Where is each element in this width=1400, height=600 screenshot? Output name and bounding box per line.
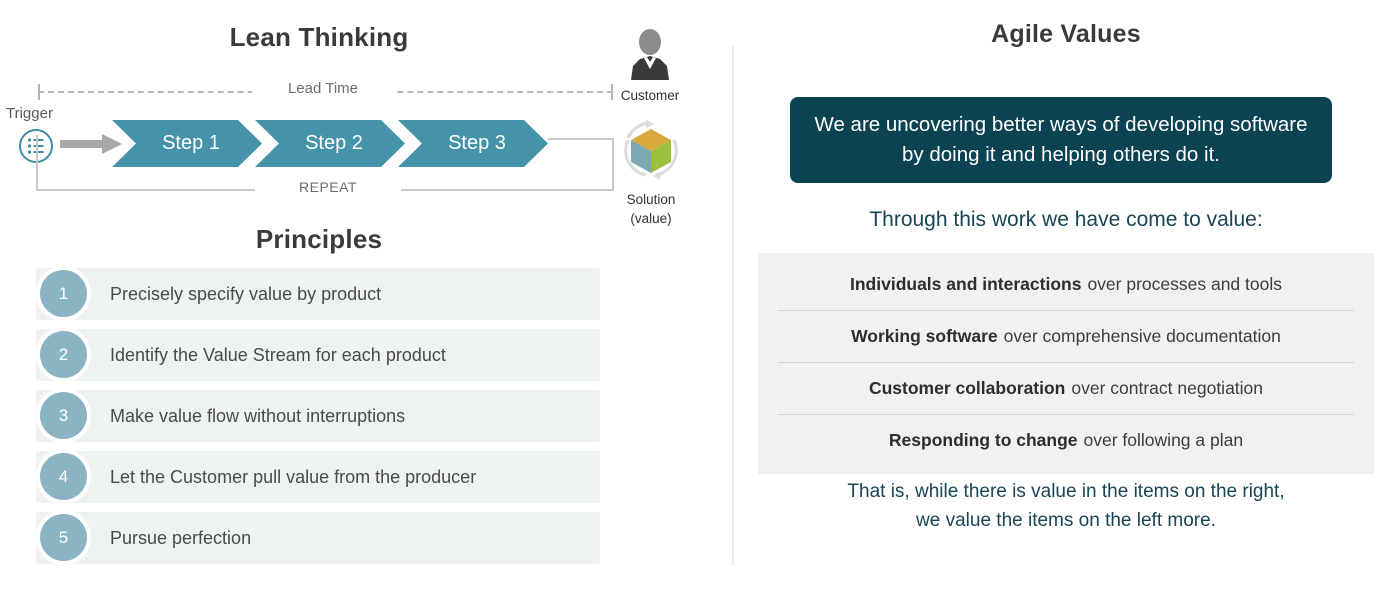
list-item[interactable]: Customer collaboration over contract neg… — [778, 362, 1354, 414]
principles-title: Principles — [255, 224, 383, 254]
principle-number-badge: 5 — [40, 514, 87, 561]
lead-time-start-tick — [38, 84, 40, 100]
list-item[interactable]: Individuals and interactions over proces… — [778, 259, 1354, 310]
principle-text: Precisely specify value by product — [110, 283, 382, 304]
person-icon — [614, 28, 686, 85]
solution-block: Solution (value) — [608, 118, 694, 227]
closing-line-1: That is, while there is value in the ite… — [847, 481, 1285, 502]
value-stream-diagram: Lead Time Trigger Step 1 Step 2 Step 3 R… — [0, 75, 640, 210]
principle-text: Make value flow without interruptions — [110, 405, 406, 426]
value-rest-part: over following a plan — [1083, 430, 1244, 450]
principle-text: Identify the Value Stream for each produ… — [110, 344, 446, 365]
principle-number-badge: 3 — [40, 392, 87, 439]
principle-number-badge: 4 — [40, 453, 87, 500]
process-step-2[interactable]: Step 2 — [255, 120, 405, 167]
step-label: Step 3 — [448, 132, 506, 154]
step-label: Step 1 — [162, 132, 220, 154]
cube-refresh-icon — [608, 118, 694, 189]
principle-text: Pursue perfection — [110, 527, 252, 548]
value-bold-part: Customer collaboration — [868, 378, 1066, 398]
process-step-3[interactable]: Step 3 — [398, 120, 548, 167]
list-item[interactable]: 1 Precisely specify value by product — [0, 268, 640, 320]
list-item[interactable]: Working software over comprehensive docu… — [778, 310, 1354, 362]
value-bold-part: Responding to change — [888, 430, 1078, 450]
customer-caption: Customer — [620, 88, 680, 103]
value-bold-part: Individuals and interactions — [850, 274, 1082, 294]
principles-list: 1 Precisely specify value by product 2 I… — [0, 268, 640, 573]
manifesto-text: We are uncovering better ways of develop… — [814, 113, 1308, 166]
page-title-agile: Agile Values — [991, 20, 1141, 48]
come-to-value-text: Through this work we have come to value: — [869, 208, 1263, 231]
repeat-loop-top-segment — [548, 138, 614, 140]
list-item[interactable]: Responding to change over following a pl… — [778, 414, 1354, 466]
value-bold-part: Working software — [851, 326, 998, 346]
lean-thinking-panel: Lean Thinking Lead Time Trigger Step 1 S… — [0, 0, 732, 600]
customer-block: Customer — [614, 28, 686, 104]
lead-time-label: Lead Time — [252, 80, 394, 97]
agile-values-list: Individuals and interactions over proces… — [758, 253, 1374, 474]
trigger-label: Trigger — [6, 105, 53, 122]
agile-values-panel: Agile Values We are uncovering better wa… — [732, 0, 1400, 600]
process-step-1[interactable]: Step 1 — [112, 120, 262, 167]
page-title-lean: Lean Thinking — [229, 22, 409, 52]
value-rest-part: over comprehensive documentation — [1003, 326, 1281, 346]
manifesto-statement-box: We are uncovering better ways of develop… — [790, 97, 1332, 183]
value-rest-part: over contract negotiation — [1071, 378, 1264, 398]
list-item[interactable]: 4 Let the Customer pull value from the p… — [0, 451, 640, 503]
solution-caption-line1: Solution — [626, 192, 676, 207]
repeat-loop-left-segment — [36, 135, 38, 191]
value-rest-part: over processes and tools — [1087, 274, 1282, 294]
list-item[interactable]: 5 Pursue perfection — [0, 512, 640, 564]
list-item[interactable]: 3 Make value flow without interruptions — [0, 390, 640, 442]
closing-line-2: we value the items on the left more. — [916, 510, 1216, 531]
list-item[interactable]: 2 Identify the Value Stream for each pro… — [0, 329, 640, 381]
principle-number-badge: 2 — [40, 331, 87, 378]
principle-number-badge: 1 — [40, 270, 87, 317]
principle-text: Let the Customer pull value from the pro… — [110, 466, 477, 487]
repeat-label: REPEAT — [255, 179, 401, 195]
closing-note: That is, while there is value in the ite… — [732, 477, 1400, 535]
step-label: Step 2 — [305, 132, 363, 154]
right-arrow-icon — [60, 132, 122, 156]
lead-time-end-tick — [611, 84, 613, 100]
